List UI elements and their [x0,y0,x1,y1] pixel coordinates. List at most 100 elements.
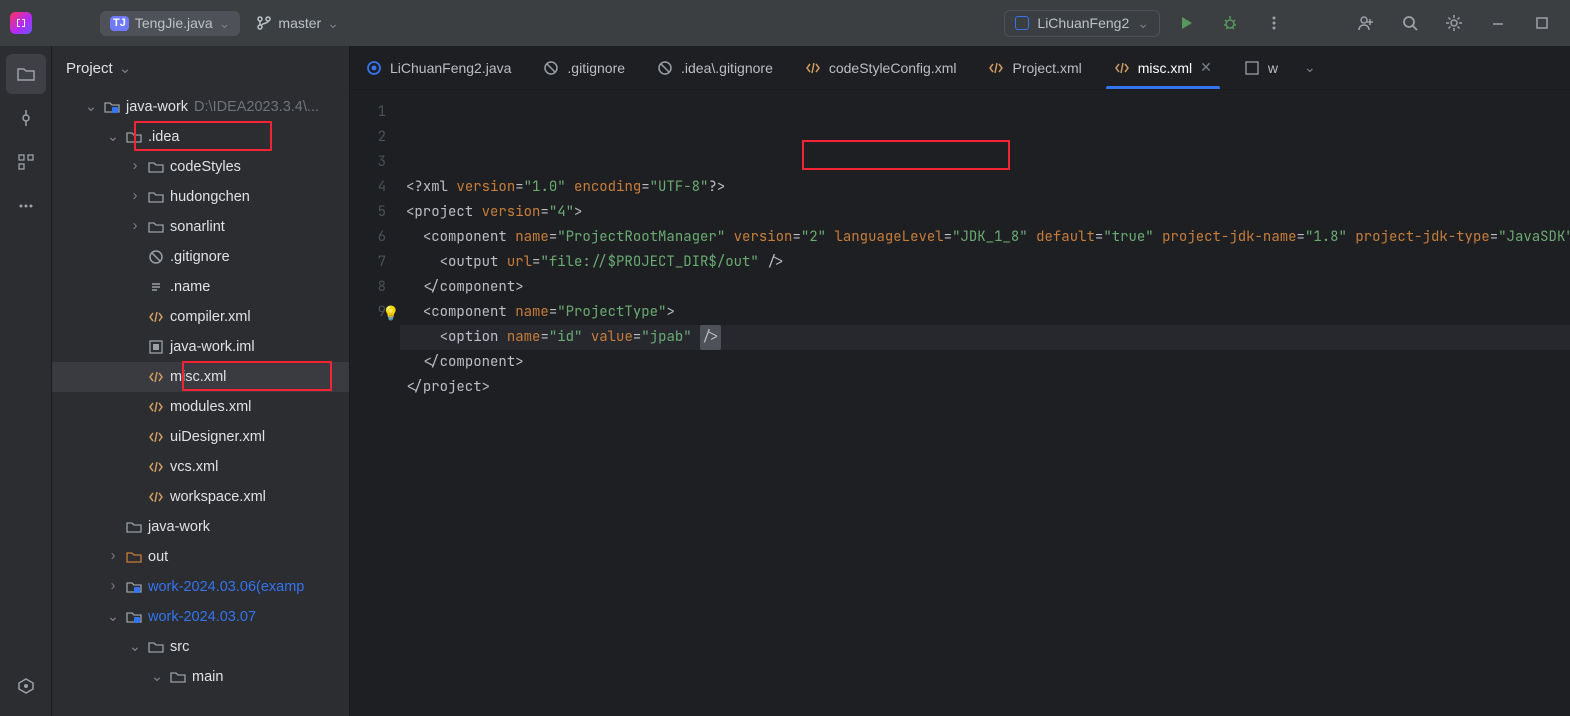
debug-button[interactable] [1212,5,1248,41]
services-tool-button[interactable] [6,666,46,706]
tree-item-label: codeStyles [170,159,241,175]
titlebar: TJ TengJie.java ⌄ master ⌄ LiChuanFeng2 … [0,0,1570,46]
code-with-me-button[interactable] [1348,5,1384,41]
text-file-icon [148,279,164,295]
expand-arrow-icon[interactable]: ⌄ [84,99,98,115]
run-config-label: LiChuanFeng2 [1037,15,1129,31]
folder-icon [148,189,164,205]
code-line[interactable]: </component> [400,275,1570,300]
code-file-icon [148,459,164,475]
editor-tab[interactable]: codeStyleConfig.xml [789,46,973,89]
ignore-file-icon [148,249,164,265]
structure-tool-button[interactable] [6,142,46,182]
code-content[interactable]: <?xml version="1.0" encoding="UTF-8"?><p… [400,90,1570,716]
editor-tab[interactable]: Project.xml [972,46,1097,89]
project-panel-title: Project [66,60,113,77]
code-file-icon [148,429,164,445]
code-line[interactable]: <project version="4"> [400,200,1570,225]
more-actions-button[interactable] [1256,5,1292,41]
editor-tab[interactable]: .idea\.gitignore [641,46,789,89]
project-tool-button[interactable] [6,54,46,94]
search-everywhere-button[interactable] [1392,5,1428,41]
expand-arrow-icon[interactable]: › [106,578,120,594]
tree-item[interactable]: ⌄work-2024.03.07 [52,602,349,632]
chevron-down-icon: ⌄ [1137,15,1149,32]
tree-item[interactable]: .gitignore [52,242,349,272]
tree-item[interactable]: java-work.iml [52,332,349,362]
tree-item[interactable]: modules.xml [52,392,349,422]
close-tab-icon[interactable]: ✕ [1200,59,1212,76]
editor-tab[interactable]: LiChuanFeng2.java [350,46,527,89]
tree-item[interactable]: compiler.xml [52,302,349,332]
maximize-button[interactable] [1524,5,1560,41]
module-icon [126,579,142,595]
expand-arrow-icon[interactable]: ⌄ [106,609,120,625]
module-icon [104,99,120,115]
expand-arrow-icon[interactable]: ⌄ [128,639,142,655]
editor-tab[interactable]: w [1228,46,1294,89]
folder-icon [148,159,164,175]
expand-arrow-icon[interactable]: ⌄ [106,129,120,145]
project-panel-header[interactable]: Project ⌄ [52,46,349,90]
vcs-branch-dropdown[interactable]: master ⌄ [248,11,347,36]
tree-item[interactable]: ⌄src [52,632,349,662]
intention-bulb-icon[interactable]: 💡 [382,302,399,327]
current-file-dropdown[interactable]: TJ TengJie.java ⌄ [100,11,240,36]
code-file-icon [988,60,1004,76]
run-config-dropdown[interactable]: LiChuanFeng2 ⌄ [1004,10,1160,37]
editor-tab[interactable]: .gitignore [527,46,641,89]
code-line[interactable]: </component> [400,350,1570,375]
project-tree[interactable]: ⌄java-work D:\IDEA2023.3.4\...⌄.idea›cod… [52,90,349,716]
tree-item[interactable]: ›work-2024.03.06(examp [52,572,349,602]
tree-item-label: .gitignore [170,249,230,265]
run-button[interactable] [1168,5,1204,41]
folder-icon [148,219,164,235]
tree-item-label: java-work [148,519,210,535]
tab-label: LiChuanFeng2.java [390,60,511,76]
tree-item[interactable]: ›hudongchen [52,182,349,212]
code-line[interactable]: <output url="file://$PROJECT_DIR$/out" /… [400,250,1570,275]
editor-tabs: LiChuanFeng2.java .gitignore .idea\.gitign… [350,46,1570,90]
code-line[interactable]: <?xml version="1.0" encoding="UTF-8"?> [400,175,1570,200]
more-tools-button[interactable] [6,186,46,226]
editor-tab[interactable]: misc.xml✕ [1098,46,1228,89]
commit-tool-button[interactable] [6,98,46,138]
tree-item-label: main [192,669,223,685]
tabs-overflow-button[interactable]: ⌄ [1294,46,1326,89]
settings-button[interactable] [1436,5,1472,41]
tree-item[interactable]: › out [52,542,349,572]
tab-label: .idea\.gitignore [681,60,773,76]
tree-item[interactable]: uiDesigner.xml [52,422,349,452]
iml-file-icon [148,339,164,355]
tree-item-label: sonarlint [170,219,225,235]
tree-item[interactable]: java-work [52,512,349,542]
expand-arrow-icon[interactable]: › [106,548,120,564]
tree-item[interactable]: ⌄ main [52,662,349,692]
code-line[interactable]: 💡 <component name="ProjectType"> [400,300,1570,325]
code-line[interactable]: <component name="ProjectRootManager" ver… [400,225,1570,250]
tree-item[interactable]: .name [52,272,349,302]
branch-label: master [278,15,321,31]
annotation-highlight-misc-xml [182,361,332,391]
minimize-button[interactable] [1480,5,1516,41]
tree-item[interactable]: › sonarlint [52,212,349,242]
editor[interactable]: 123456789 <?xml version="1.0" encoding="… [350,90,1570,716]
code-line[interactable]: <option name="id" value="jpab" /> [400,325,1570,350]
module-icon [126,609,142,625]
left-tool-rail [0,46,52,716]
code-line[interactable]: </project> [400,375,1570,400]
expand-arrow-icon[interactable]: ⌄ [150,669,164,685]
expand-arrow-icon[interactable]: › [128,158,142,174]
expand-arrow-icon[interactable]: › [128,188,142,204]
tree-item[interactable]: ⌄java-work D:\IDEA2023.3.4\... [52,92,349,122]
tree-item[interactable]: workspace.xml [52,482,349,512]
expand-arrow-icon[interactable]: › [128,218,142,234]
main-menu-button[interactable] [48,5,84,41]
file-icon [1244,60,1260,76]
tree-item[interactable]: vcs.xml [52,452,349,482]
ignore-file-icon [543,60,559,76]
tree-item[interactable]: › codeStyles [52,152,349,182]
code-file-icon [805,60,821,76]
tree-item-label: out [148,549,168,565]
code-file-icon [148,309,164,325]
